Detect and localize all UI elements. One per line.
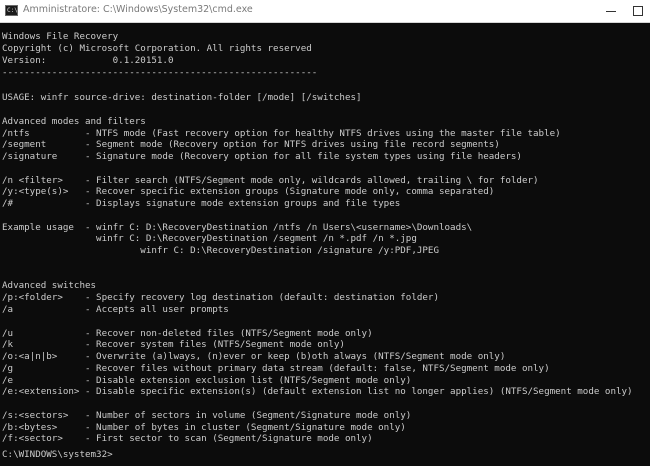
console-line: Version: 0.1.20151.0 <box>2 55 174 66</box>
console-line: ----------------------------------------… <box>2 67 318 78</box>
console-line: /ntfs - NTFS mode (Fast recovery option … <box>2 128 561 139</box>
console-line: /u - Recover non-deleted files (NTFS/Seg… <box>2 328 373 339</box>
title-bar[interactable]: C:\ Amministratore: C:\Windows\System32\… <box>0 0 650 23</box>
console-line: Advanced modes and filters <box>2 116 146 127</box>
console-line: Advanced switches <box>2 280 97 291</box>
console-line: /segment - Segment mode (Recovery option… <box>2 139 500 150</box>
cmd-window: C:\ Amministratore: C:\Windows\System32\… <box>0 0 650 466</box>
console-line: /# - Displays signature mode extension g… <box>2 198 401 209</box>
console-line: /e - Disable extension exclusion list (N… <box>2 375 412 386</box>
cmd-icon: C:\ <box>5 5 18 16</box>
console-line: /s:<sectors> - Number of sectors in volu… <box>2 410 412 421</box>
scrollbar[interactable] <box>641 23 650 466</box>
console-output[interactable]: Windows File Recovery Copyright (c) Micro… <box>0 26 650 466</box>
console-line: Example usage - winfr C: D:\RecoveryDest… <box>2 222 473 233</box>
console-line: winfr C: D:\RecoveryDestination /signatu… <box>2 245 439 256</box>
window-title: Amministratore: C:\Windows\System32\cmd.… <box>23 4 253 15</box>
console-line: Windows File Recovery <box>2 31 119 42</box>
console-line: /y:<type(s)> - Recover specific extensio… <box>2 186 495 197</box>
console-line: /n <filter> - Filter search (NTFS/Segmen… <box>2 175 539 186</box>
console-line: USAGE: winfr source-drive: destination-f… <box>2 92 362 103</box>
console-line: /e:<extension> - Disable specific extens… <box>2 386 633 397</box>
console-line: Copyright (c) Microsoft Corporation. All… <box>2 43 312 54</box>
console-line: /p:<folder> - Specify recovery log desti… <box>2 292 439 303</box>
console-line: /o:<a|n|b> - Overwrite (a)lways, (n)ever… <box>2 351 506 362</box>
console-line: /signature - Signature mode (Recovery op… <box>2 151 522 162</box>
console-line: /b:<bytes> - Number of bytes in cluster … <box>2 422 406 433</box>
console-line: /f:<sector> - First sector to scan (Segm… <box>2 433 373 444</box>
console-line: /g - Recover files without primary data … <box>2 363 550 374</box>
console-line: /k - Recover system files (NTFS/Segment … <box>2 339 345 350</box>
maximize-button[interactable] <box>620 0 650 22</box>
console-line: /a - Accepts all user prompts <box>2 304 229 315</box>
console-line: winfr C: D:\RecoveryDestination /segment… <box>2 233 417 244</box>
command-prompt[interactable]: C:\WINDOWS\system32> <box>2 449 113 460</box>
